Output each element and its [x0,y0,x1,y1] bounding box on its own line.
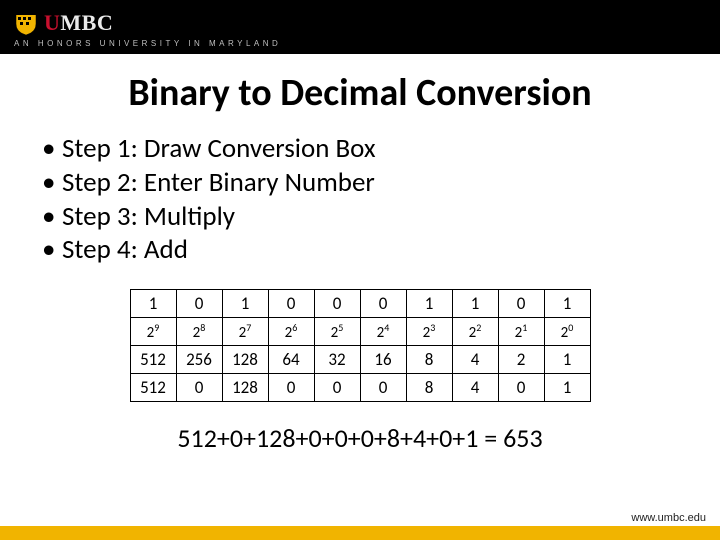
list-item: Step 1: Draw Conversion Box [42,132,690,166]
footer: www.umbc.edu [0,526,720,540]
table-cell: 26 [268,318,314,346]
slide: UMBC AN HONORS UNIVERSITY IN MARYLAND Bi… [0,0,720,540]
table-cell: 0 [360,374,406,402]
table-cell: 256 [176,346,222,374]
table-cell: 2 [498,346,544,374]
page-title: Binary to Decimal Conversion [30,70,690,116]
table-cell: 0 [176,290,222,318]
table-cell: 1 [544,290,590,318]
table-cell: 16 [360,346,406,374]
table-cell: 27 [222,318,268,346]
table-cell: 128 [222,346,268,374]
table-cell: 0 [360,290,406,318]
table-cell: 25 [314,318,360,346]
table-cell: 1 [452,290,498,318]
table-cell: 0 [268,374,314,402]
conversion-table: 1010001101 29282726252423222120 51225612… [130,289,591,402]
footer-gold-bar [0,526,720,540]
table-cell: 20 [544,318,590,346]
list-item: Step 4: Add [42,233,690,267]
table-cell: 4 [452,346,498,374]
table-cell: 22 [452,318,498,346]
table-cell: 24 [360,318,406,346]
list-item: Step 3: Multiply [42,200,690,234]
table-cell: 29 [130,318,176,346]
shield-icon [14,8,38,36]
table-cell: 0 [498,374,544,402]
logo-rest: MBC [60,10,113,35]
logo: UMBC [14,8,706,36]
table-cell: 0 [268,290,314,318]
tagline: AN HONORS UNIVERSITY IN MARYLAND [14,39,706,48]
table-row-values: 5122561286432168421 [130,346,590,374]
table-row-binary: 1010001101 [130,290,590,318]
table-cell: 8 [406,346,452,374]
table-cell: 4 [452,374,498,402]
table-cell: 32 [314,346,360,374]
table-cell: 0 [314,290,360,318]
table-cell: 512 [130,374,176,402]
logo-wordmark: UMBC [44,10,113,36]
table-cell: 1 [406,290,452,318]
header-bar: UMBC AN HONORS UNIVERSITY IN MARYLAND [0,0,720,54]
logo-red: U [44,10,60,35]
table-cell: 512 [130,346,176,374]
table-row-powers: 29282726252423222120 [130,318,590,346]
table-cell: 1 [222,290,268,318]
table-cell: 1 [544,346,590,374]
conversion-table-wrap: 1010001101 29282726252423222120 51225612… [30,289,690,402]
content: Binary to Decimal Conversion Step 1: Dra… [0,54,720,540]
table-cell: 1 [544,374,590,402]
table-cell: 23 [406,318,452,346]
table-cell: 21 [498,318,544,346]
table-cell: 1 [130,290,176,318]
table-cell: 8 [406,374,452,402]
table-cell: 28 [176,318,222,346]
table-cell: 0 [314,374,360,402]
list-item: Step 2: Enter Binary Number [42,166,690,200]
equation: 512+0+128+0+0+0+8+4+0+1 = 653 [30,422,690,454]
table-cell: 64 [268,346,314,374]
footer-url: www.umbc.edu [631,512,706,524]
step-list: Step 1: Draw Conversion Box Step 2: Ente… [30,132,690,267]
table-row-products: 51201280008401 [130,374,590,402]
table-cell: 0 [498,290,544,318]
table-cell: 0 [176,374,222,402]
table-cell: 128 [222,374,268,402]
